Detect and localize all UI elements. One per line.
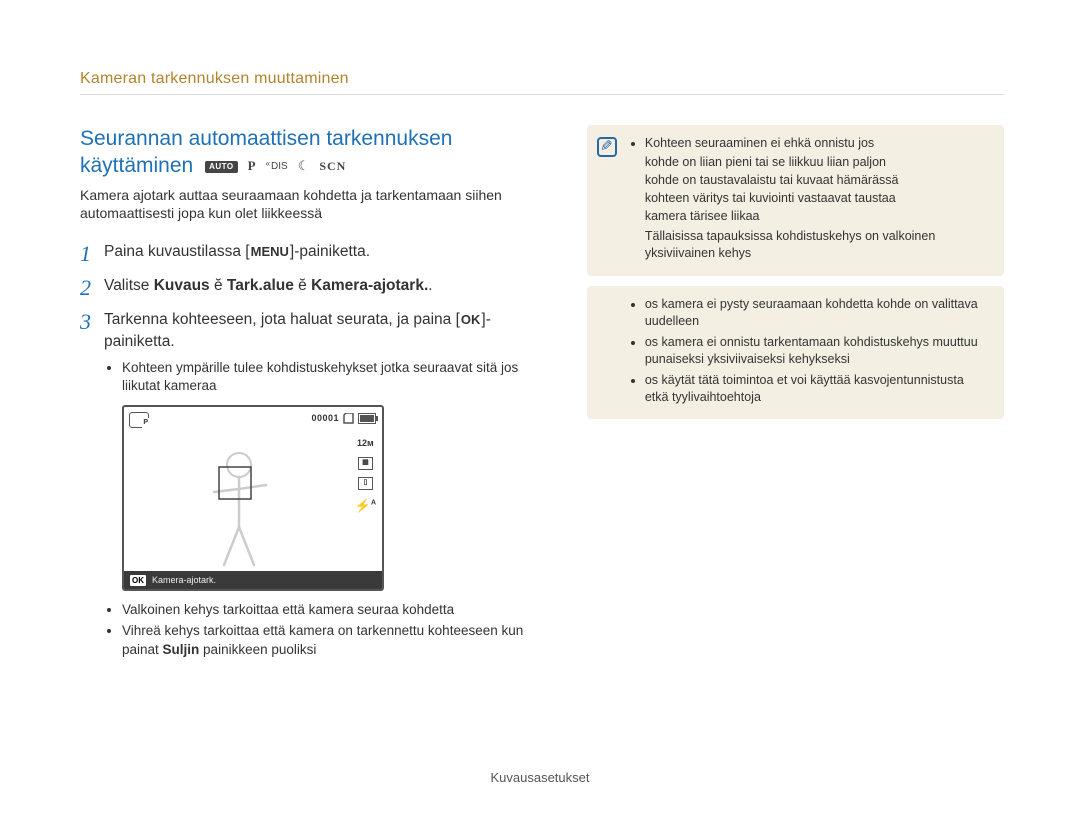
section-heading: Seurannan automaattisen tarkennuksen käy… (80, 125, 537, 180)
list-item: os kamera ei pysty seuraamaan kohdetta k… (645, 296, 990, 330)
heading-line1: Seurannan automaattisen tarkennuksen (80, 127, 452, 150)
step-number: 1 (80, 243, 104, 265)
mode-auto-icon: AUTO (205, 161, 238, 173)
list-item: Kohteen seuraaminen ei ehkä onnistu jos … (645, 135, 990, 262)
page-footer: Kuvausasetukset (0, 770, 1080, 785)
right-column: Kohteen seuraaminen ei ehkä onnistu jos … (587, 125, 1004, 672)
left-column: Seurannan automaattisen tarkennuksen käy… (80, 125, 537, 672)
step-body: Paina kuvaustilassa [MENU]-painiketta. (104, 241, 370, 263)
step-2: 2 Valitse Kuvaus ĕ Tark.alue ĕ Kamera-aj… (80, 275, 537, 299)
divider (80, 94, 1004, 95)
list-item: Kohteen ympärille tulee kohdistuskehykse… (122, 359, 537, 395)
mode-night-icon: ☾ (298, 158, 310, 175)
ok-key-icon: OK (460, 311, 482, 329)
list-item: Valkoinen kehys tarkoittaa että kamera s… (122, 601, 537, 619)
step-body: Tarkenna kohteeseen, jota haluat seurata… (104, 309, 537, 661)
meter-icon: ▦ (358, 457, 373, 470)
list-item: kohde on liian pieni tai se liikkuu liia… (645, 154, 990, 171)
mode-scn-icon: SCN (319, 159, 346, 175)
camera-lcd: 00001 12ᴍ ▦ ▯ ⚡A (122, 405, 384, 591)
list-item: os kamera ei onnistu tarkentamaan kohdis… (645, 334, 990, 368)
list-item: kamera tärisee liikaa (645, 208, 990, 225)
step-1: 1 Paina kuvaustilassa [MENU]-painiketta. (80, 241, 537, 265)
step-body: Valitse Kuvaus ĕ Tark.alue ĕ Kamera-ajot… (104, 275, 433, 297)
mode-dis-icon: DIS (266, 160, 288, 173)
battery-icon (358, 413, 376, 424)
lcd-sidebar: 12ᴍ ▦ ▯ ⚡A (355, 437, 376, 515)
sd-card-icon (343, 413, 354, 424)
post-lcd-sublist: Valkoinen kehys tarkoittaa että kamera s… (122, 601, 537, 659)
camera-mode-icon (129, 412, 149, 428)
step-list: 1 Paina kuvaustilassa [MENU]-painiketta.… (80, 241, 537, 661)
step-3-sublist: Kohteen ympärille tulee kohdistuskehykse… (122, 359, 537, 395)
flash-auto-icon: ⚡A (355, 497, 376, 515)
subject-silhouette (194, 447, 284, 567)
note-box-2: os kamera ei pysty seuraamaan kohdetta k… (587, 286, 1004, 419)
heading-line2: käyttäminen (80, 154, 193, 177)
step-3: 3 Tarkenna kohteeseen, jota haluat seura… (80, 309, 537, 661)
mode-p-icon: P (248, 158, 256, 175)
list-item: kohde on taustavalaistu tai kuvaat hämär… (645, 172, 990, 189)
frame-counter: 00001 (311, 412, 339, 425)
content-columns: Seurannan automaattisen tarkennuksen käy… (80, 125, 1004, 672)
step-number: 2 (80, 277, 104, 299)
lcd-mode-label: Kamera-ajotark. (152, 574, 216, 587)
step-number: 3 (80, 311, 104, 333)
ok-button-icon: OK (130, 575, 146, 586)
list-item: os käytät tätä toimintoa et voi käyttää … (645, 372, 990, 406)
list-item: Vihreä kehys tarkoittaa että kamera on t… (122, 622, 537, 658)
note-box-1: Kohteen seuraaminen ei ehkä onnistu jos … (587, 125, 1004, 276)
lcd-bottom-bar: OK Kamera-ajotark. (124, 571, 382, 589)
reasons-list: kohde on liian pieni tai se liikkuu liia… (645, 154, 990, 225)
menu-key-icon: MENU (250, 243, 290, 261)
intro-paragraph: Kamera ajotark auttaa seuraamaan kohdett… (80, 186, 537, 224)
list-item: kohteen väritys tai kuviointi vastaavat … (645, 190, 990, 207)
resolution-icon: 12ᴍ (357, 437, 374, 450)
breadcrumb: Kameran tarkennuksen muuttaminen (80, 70, 1004, 88)
mode-icons: AUTO P DIS ☾ SCN (205, 158, 346, 175)
lcd-illustration: 00001 12ᴍ ▦ ▯ ⚡A (122, 405, 537, 591)
lcd-topbar: 00001 (311, 412, 376, 425)
manual-page: Kameran tarkennuksen muuttaminen Seurann… (0, 0, 1080, 815)
tracking-af-icon: ▯ (358, 477, 373, 490)
